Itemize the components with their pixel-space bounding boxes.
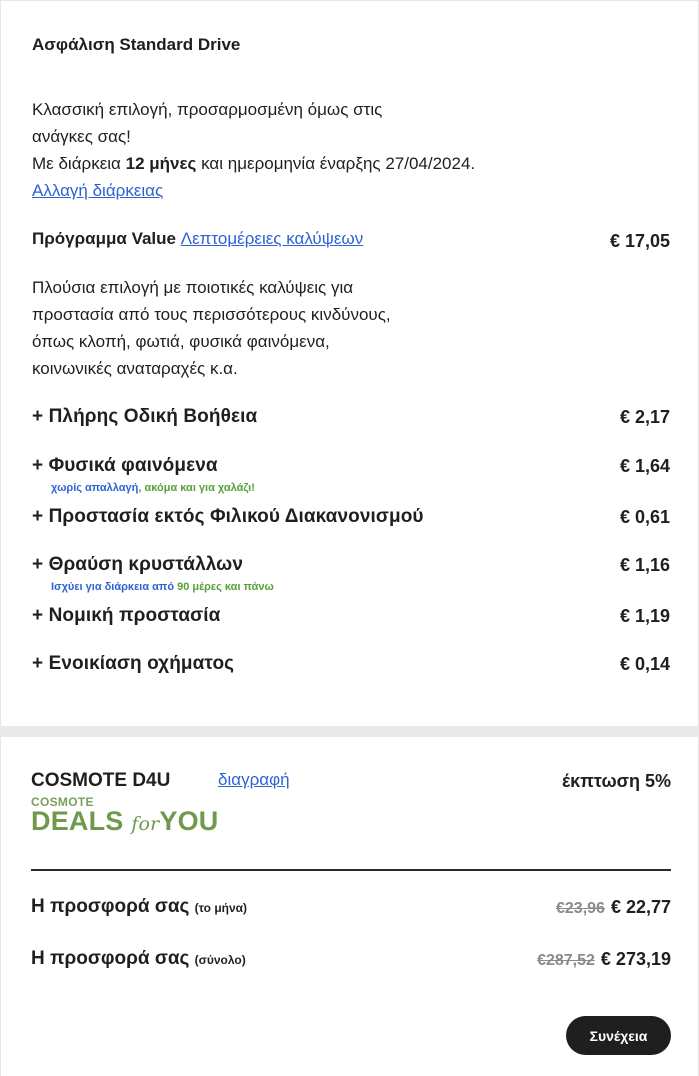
duration-prefix: Με διάρκεια: [32, 154, 126, 173]
duration-value: 12 μήνες: [125, 154, 197, 173]
natural-phenomena-note: χωρίς απαλλαγή, ακόμα και για χαλάζι!: [51, 482, 255, 494]
description-line: προστασία από τους περισσότερους κινδύνο…: [32, 305, 391, 324]
offer-label: Η προσφορά σας: [31, 948, 190, 969]
note-blue-text: χωρίς απαλλαγή: [51, 482, 139, 494]
new-price: € 22,77: [610, 897, 671, 917]
intro-line-1: Κλασσική επιλογή, προσαρμοσμένη όμως στι…: [32, 100, 383, 119]
continue-button[interactable]: Συνέχεια: [566, 1016, 671, 1055]
logo-for: for: [131, 813, 160, 835]
addon-legal-protection-price: € 1,19: [619, 606, 670, 626]
note-green-text: 90 μέρες και πάνω: [177, 581, 274, 593]
addon-glass-breakage[interactable]: + Θραύση κρυστάλλων: [32, 554, 243, 576]
program-name: Πρόγραμμα Value: [32, 229, 176, 248]
addon-glass-breakage-price: € 1,16: [619, 555, 670, 575]
addon-outside-friendly-settlement-price: € 0,61: [619, 507, 670, 527]
addon-natural-phenomena[interactable]: + Φυσικά φαινόμενα: [32, 455, 218, 477]
old-price: €287,52: [537, 952, 595, 969]
logo-deals: DEALS: [31, 806, 124, 836]
offer-qualifier: (το μήνα): [194, 901, 248, 915]
program-description: Πλούσια επιλογή με ποιοτικές καλύψεις γι…: [32, 274, 592, 382]
insurance-card: Ασφάλιση Standard Drive Κλασσική επιλογή…: [0, 0, 699, 726]
change-duration-link[interactable]: Αλλαγή διάρκειας: [32, 181, 163, 200]
offer-total-label: Η προσφορά σας (σύνολο): [31, 948, 246, 970]
offer-label: Η προσφορά σας: [31, 896, 190, 917]
coverage-details-link[interactable]: Λεπτομέρειες καλύψεων: [181, 229, 363, 248]
insurance-intro: Κλασσική επιλογή, προσαρμοσμένη όμως στι…: [32, 96, 592, 204]
discount-percentage: έκπτωση 5%: [561, 771, 671, 791]
glass-breakage-note: Ισχύει για διάρκεια από 90 μέρες και πάν…: [51, 581, 274, 593]
note-green-text: , ακόμα και για χαλάζι!: [138, 482, 255, 494]
program-price: € 17,05: [609, 231, 670, 251]
offer-total-price: €287,52 € 273,19: [537, 949, 671, 970]
divider: [31, 869, 671, 871]
offer-monthly-label: Η προσφορά σας (το μήνα): [31, 896, 247, 918]
addon-outside-friendly-settlement[interactable]: + Προστασία εκτός Φιλικού Διακανονισμού: [32, 506, 424, 528]
deals-for-you-logo: DEALS forYOU: [31, 806, 218, 837]
addon-natural-phenomena-price: € 1,64: [619, 456, 670, 476]
offer-monthly-price: €23,96 € 22,77: [556, 897, 671, 918]
description-line: όπως κλοπή, φωτιά, φυσικά φαινόμενα,: [32, 332, 330, 351]
section-separator: [0, 726, 699, 737]
addon-road-assistance-price: € 2,17: [619, 407, 670, 427]
addon-car-rental[interactable]: + Ενοικίαση οχήματος: [32, 653, 234, 675]
program-row: Πρόγραμμα Value Λεπτομέρειες καλύψεων: [32, 229, 363, 249]
addon-legal-protection[interactable]: + Νομική προστασία: [32, 605, 220, 627]
note-blue-text: Ισχύει για διάρκεια από: [51, 581, 178, 593]
duration-line: Με διάρκεια 12 μήνες και ημερομηνία έναρ…: [32, 150, 592, 177]
discount-name: COSMOTE D4U: [31, 770, 171, 791]
old-price: €23,96: [556, 900, 605, 917]
new-price: € 273,19: [600, 949, 671, 969]
offer-qualifier: (σύνολο): [194, 953, 246, 967]
addon-road-assistance[interactable]: + Πλήρης Οδική Βοήθεια: [32, 406, 257, 428]
delete-discount-link[interactable]: διαγραφή: [218, 770, 290, 790]
description-line: Πλούσια επιλογή με ποιοτικές καλύψεις γι…: [32, 278, 354, 297]
insurance-title: Ασφάλιση Standard Drive: [32, 35, 241, 54]
duration-suffix: και ημερομηνία έναρξης 27/04/2024.: [196, 154, 476, 173]
logo-you: YOU: [159, 806, 219, 836]
description-line: κοινωνικές αναταραχές κ.α.: [32, 359, 238, 378]
intro-line-2: ανάγκες σας!: [32, 127, 131, 146]
addon-car-rental-price: € 0,14: [619, 654, 670, 674]
